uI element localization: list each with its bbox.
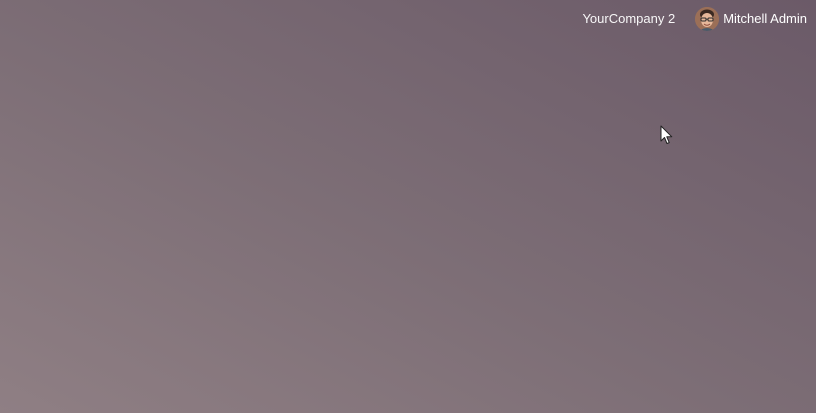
company-name: YourCompany 2 xyxy=(582,11,676,26)
user-avatar-icon xyxy=(695,6,720,31)
company-switcher[interactable]: YourCompany 2 xyxy=(572,0,685,37)
home-background xyxy=(0,0,816,413)
user-name: Mitchell Admin xyxy=(723,11,807,26)
user-menu[interactable]: Mitchell Admin xyxy=(685,0,807,37)
systray: YourCompany 2 Mitchell Admin xyxy=(572,0,816,37)
